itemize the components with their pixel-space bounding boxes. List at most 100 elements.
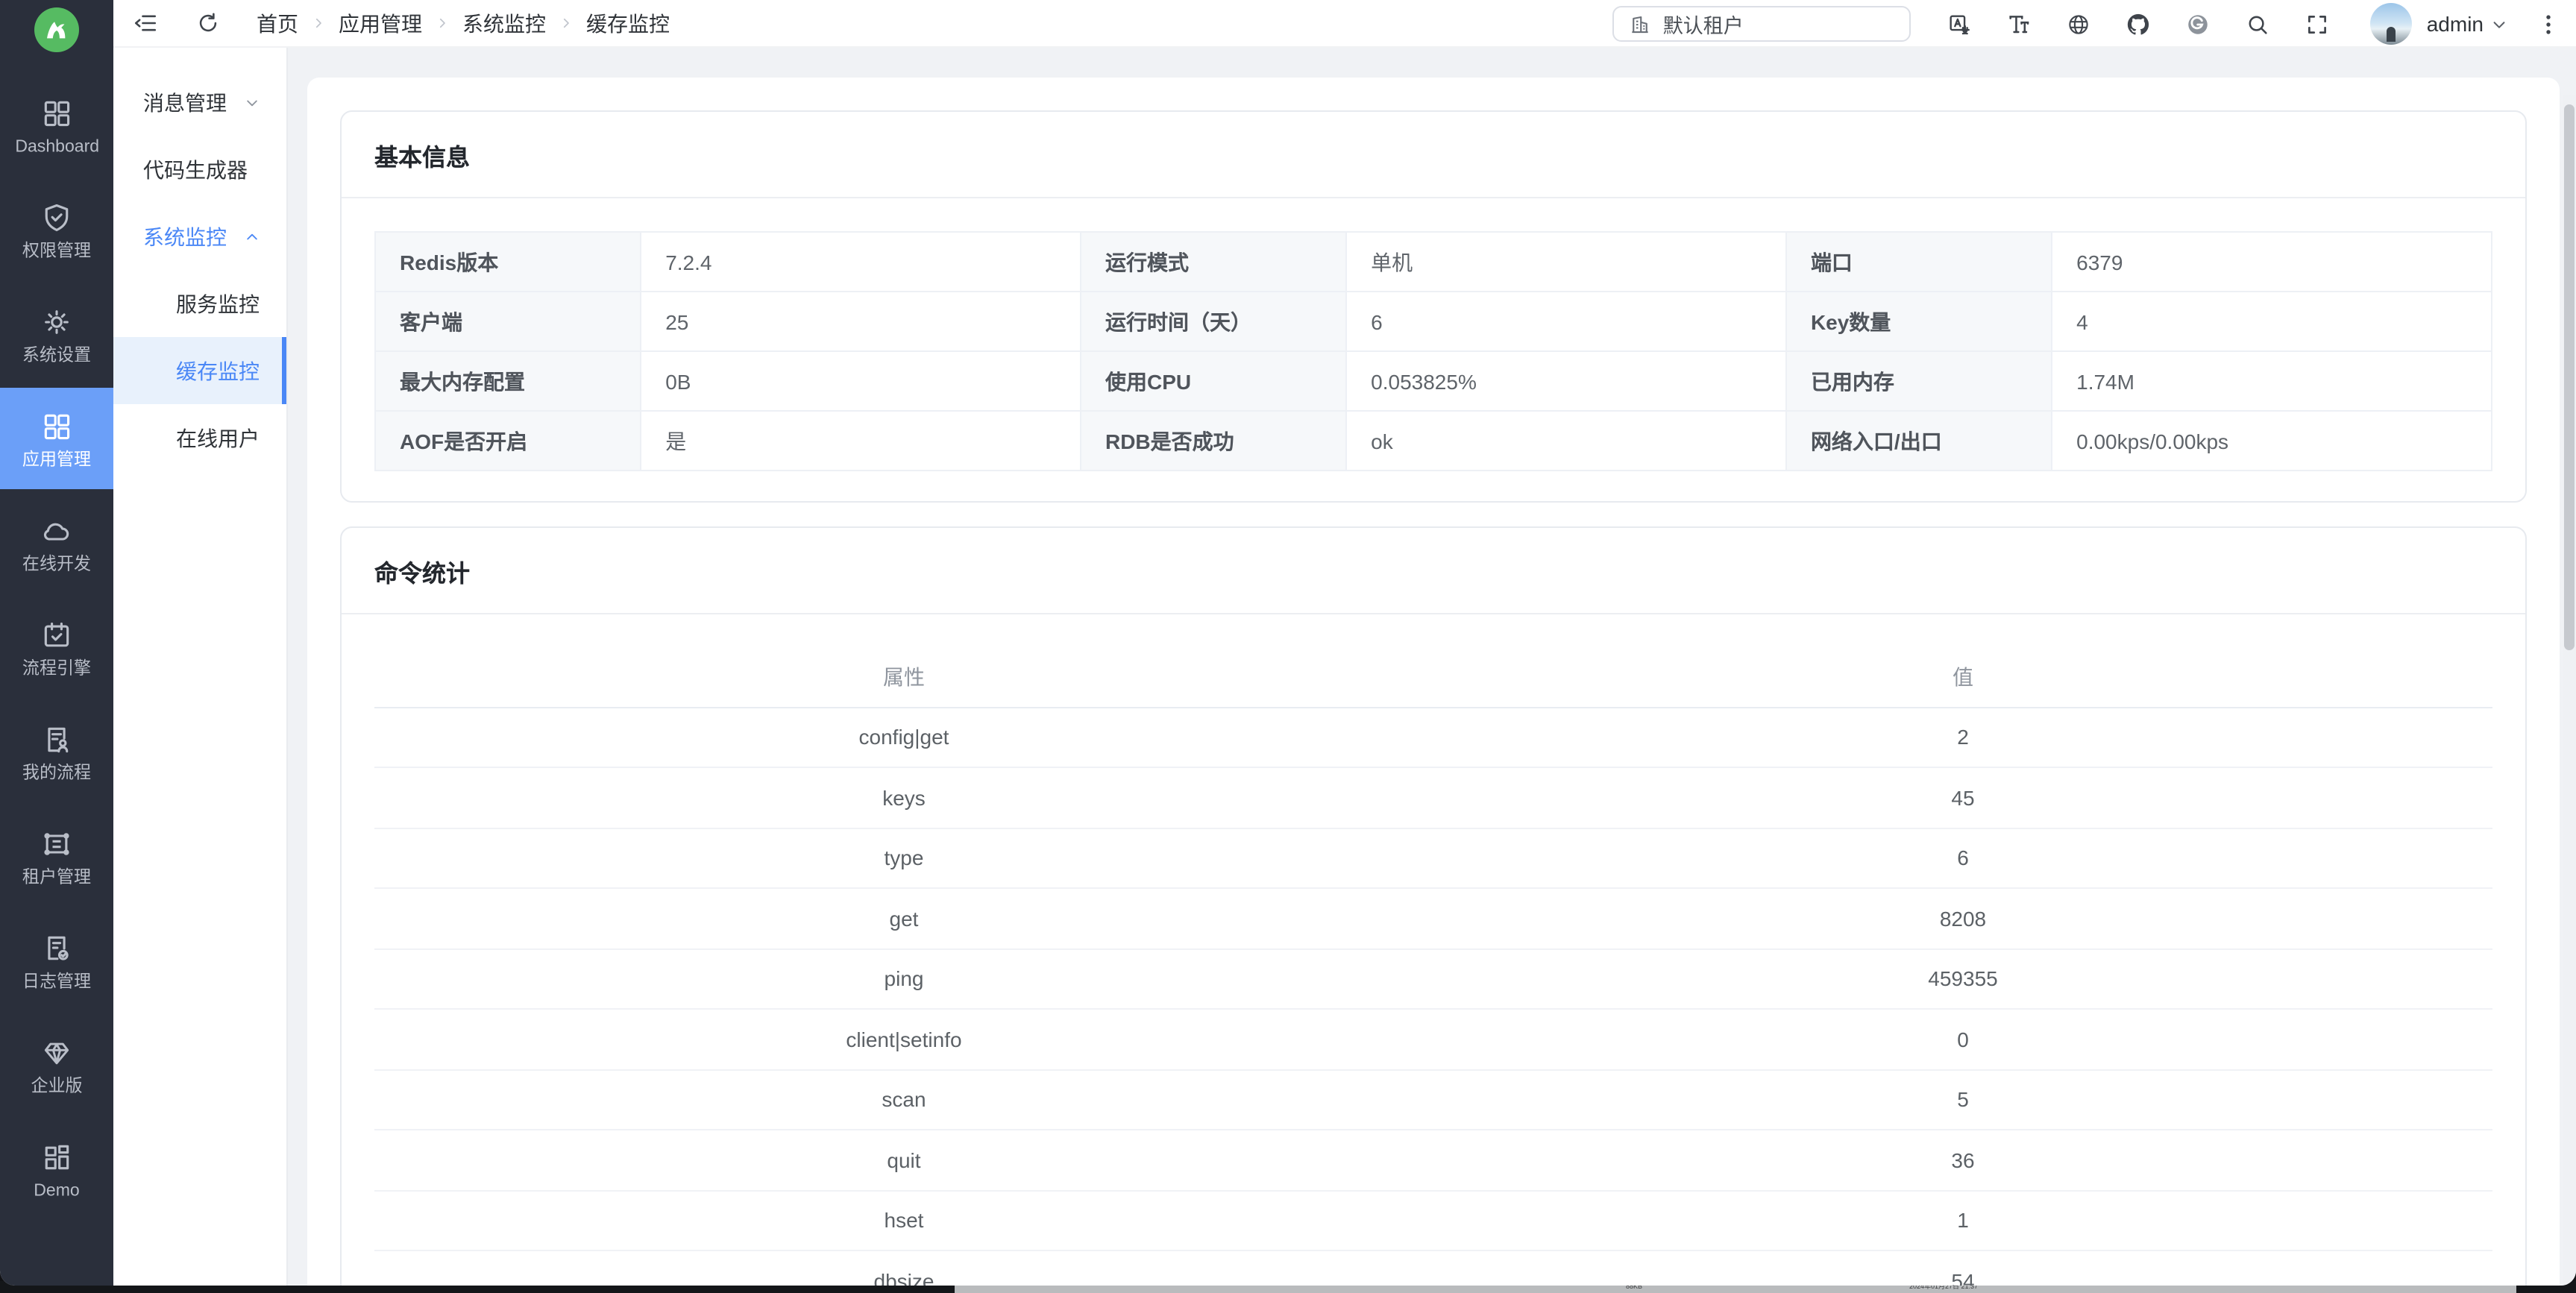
command-name-cell: quit [374, 1130, 1433, 1190]
collapse-sidebar-icon[interactable] [131, 10, 158, 37]
table-row: config|get2 [374, 707, 2492, 767]
sidebar-item-流程引擎[interactable]: 流程引擎 [0, 597, 113, 698]
basic-info-row: AOF是否开启是RDB是否成功ok网络入口/出口0.00kps/0.00kps [375, 411, 2492, 471]
command-value-cell: 54 [1433, 1250, 2492, 1286]
table-row: client|setinfo0 [374, 1009, 2492, 1069]
basic-info-row: 最大内存配置0B使用CPU0.053825%已用内存1.74M [375, 351, 2492, 411]
breadcrumb-item[interactable]: 缓存监控 [586, 8, 670, 38]
shield-icon [40, 201, 73, 233]
basic-info-value: 25 [641, 292, 1081, 351]
sidebar-item-label: 权限管理 [22, 241, 91, 258]
avatar[interactable] [2370, 3, 2412, 45]
submenu-item-label: 服务监控 [176, 289, 260, 318]
sidebar-item-权限管理[interactable]: 权限管理 [0, 179, 113, 280]
topbar-right: 默认租户 admin [1612, 0, 2561, 48]
search-icon[interactable] [2245, 10, 2272, 37]
sidebar-item-label: 日志管理 [22, 972, 91, 989]
basic-info-value: ok [1346, 411, 1786, 471]
page-card: 基本信息 Redis版本7.2.4运行模式单机端口6379客户端25运行时间（天… [307, 78, 2560, 1286]
breadcrumb-separator-icon [312, 16, 325, 30]
command-name-cell: keys [374, 767, 1433, 828]
sidebar-item-我的流程[interactable]: 我的流程 [0, 701, 113, 802]
command-value-cell: 1 [1433, 1190, 2492, 1250]
primary-sidebar: Dashboard 权限管理系统设置应用管理在线开发流程引擎我的流程租户管理日志管… [0, 0, 113, 1286]
basic-info-card: 基本信息 Redis版本7.2.4运行模式单机端口6379客户端25运行时间（天… [340, 110, 2527, 503]
user-menu[interactable]: admin [2427, 12, 2507, 36]
translate-icon[interactable] [1947, 10, 1973, 37]
submenu-item-5[interactable]: 在线用户 [113, 404, 286, 471]
refresh-icon[interactable] [194, 10, 221, 37]
sidebar-item-租户管理[interactable]: 租户管理 [0, 805, 113, 907]
sidebar-item-label: 租户管理 [22, 867, 91, 884]
fullscreen-icon[interactable] [2305, 10, 2331, 37]
scrollbar-thumb[interactable] [2564, 104, 2575, 650]
breadcrumb-item[interactable]: 首页 [257, 8, 298, 38]
language-globe-icon[interactable] [2066, 10, 2093, 37]
command-value-cell: 6 [1433, 828, 2492, 888]
tenant-select[interactable]: 默认租户 [1612, 6, 1911, 42]
table-row: hset1 [374, 1190, 2492, 1250]
breadcrumb-item[interactable]: 应用管理 [339, 8, 422, 38]
command-name-cell: ping [374, 948, 1433, 1009]
command-name-cell: client|setinfo [374, 1009, 1433, 1069]
sidebar-item-在线开发[interactable]: 在线开发 [0, 492, 113, 594]
sidebar-item-系统设置[interactable]: 系统设置 [0, 283, 113, 385]
basic-info-label: 端口 [1786, 232, 2052, 292]
submenu-item-label: 系统监控 [143, 221, 227, 251]
sidebar-item-日志管理[interactable]: 日志管理 [0, 910, 113, 1011]
more-options-icon[interactable] [2534, 10, 2561, 37]
submenu-item-0[interactable]: 消息管理 [113, 69, 286, 136]
basic-info-value: 0.00kps/0.00kps [2052, 411, 2492, 471]
breadcrumb-separator-icon [436, 16, 449, 30]
sidebar-item-应用管理[interactable]: 应用管理 [0, 388, 113, 489]
submenu-item-3[interactable]: 服务监控 [113, 270, 286, 337]
breadcrumb: 首页 应用管理 系统监控 缓存监控 [257, 8, 670, 38]
basic-info-value: 0.053825% [1346, 351, 1786, 411]
table-row: scan5 [374, 1069, 2492, 1130]
submenu-item-4[interactable]: 缓存监控 [113, 337, 286, 404]
breadcrumb-item[interactable]: 系统监控 [462, 8, 546, 38]
command-value-cell: 36 [1433, 1130, 2492, 1190]
sidebar-item-企业版[interactable]: 企业版 [0, 1014, 113, 1116]
screen: 88KB 2024年01月27日 21:37 Dashboard权限管理系统设置… [0, 0, 2576, 1293]
submenu-item-2[interactable]: 系统监控 [113, 203, 286, 270]
submenu-item-label: 缓存监控 [176, 356, 260, 386]
sidebar-item-label: Demo [34, 1180, 79, 1198]
command-stats-title: 命令统计 [374, 553, 470, 588]
primary-sidebar-items: Dashboard 权限管理系统设置应用管理在线开发流程引擎我的流程租户管理日志管… [0, 60, 113, 1223]
command-value-cell: 45 [1433, 767, 2492, 828]
github-icon[interactable] [2126, 10, 2152, 37]
doc-user-icon [40, 723, 73, 755]
basic-info-label: 最大内存配置 [375, 351, 641, 411]
topbar-left: 首页 应用管理 系统监控 缓存监控 [131, 8, 670, 38]
chevron-down-icon [2491, 16, 2507, 32]
command-value-cell: 2 [1433, 707, 2492, 767]
command-value-cell: 459355 [1433, 948, 2492, 1009]
command-name-cell: dbsize [374, 1250, 1433, 1286]
basic-info-value: 7.2.4 [641, 232, 1081, 292]
app-logo[interactable] [0, 0, 113, 60]
vertical-scrollbar[interactable] [2563, 95, 2576, 1286]
main-content: 基本信息 Redis版本7.2.4运行模式单机端口6379客户端25运行时间（天… [288, 48, 2576, 1286]
basic-info-value: 是 [641, 411, 1081, 471]
sidebar-item-label: 企业版 [31, 1076, 82, 1093]
basic-info-value: 6 [1346, 292, 1786, 351]
gitee-icon[interactable] [2185, 10, 2212, 37]
font-size-icon[interactable] [2006, 10, 2033, 37]
table-row: quit36 [374, 1130, 2492, 1190]
submenu-item-1[interactable]: 代码生成器 [113, 136, 286, 203]
basic-info-value: 0B [641, 351, 1081, 411]
basic-info-label: 客户端 [375, 292, 641, 351]
grid-icon [40, 409, 73, 442]
frame-icon [40, 827, 73, 860]
gem-icon [40, 1036, 73, 1069]
command-stats-card-body: 属性值 config|get2keys45type6get8208ping459… [342, 614, 2525, 1286]
secondary-sidebar: 消息管理代码生成器系统监控服务监控缓存监控在线用户 [113, 48, 288, 1286]
sidebar-item-demo[interactable]: Demo [0, 1119, 113, 1220]
basic-info-value: 4 [2052, 292, 2492, 351]
basic-info-label: 运行时间（天） [1081, 292, 1346, 351]
sidebar-item-dashboard[interactable]: Dashboard [0, 75, 113, 176]
command-stats-table: 属性值 config|get2keys45type6get8208ping459… [374, 647, 2492, 1286]
basic-info-label: Redis版本 [375, 232, 641, 292]
topbar: 首页 应用管理 系统监控 缓存监控 默认租户 admin [113, 0, 2576, 48]
